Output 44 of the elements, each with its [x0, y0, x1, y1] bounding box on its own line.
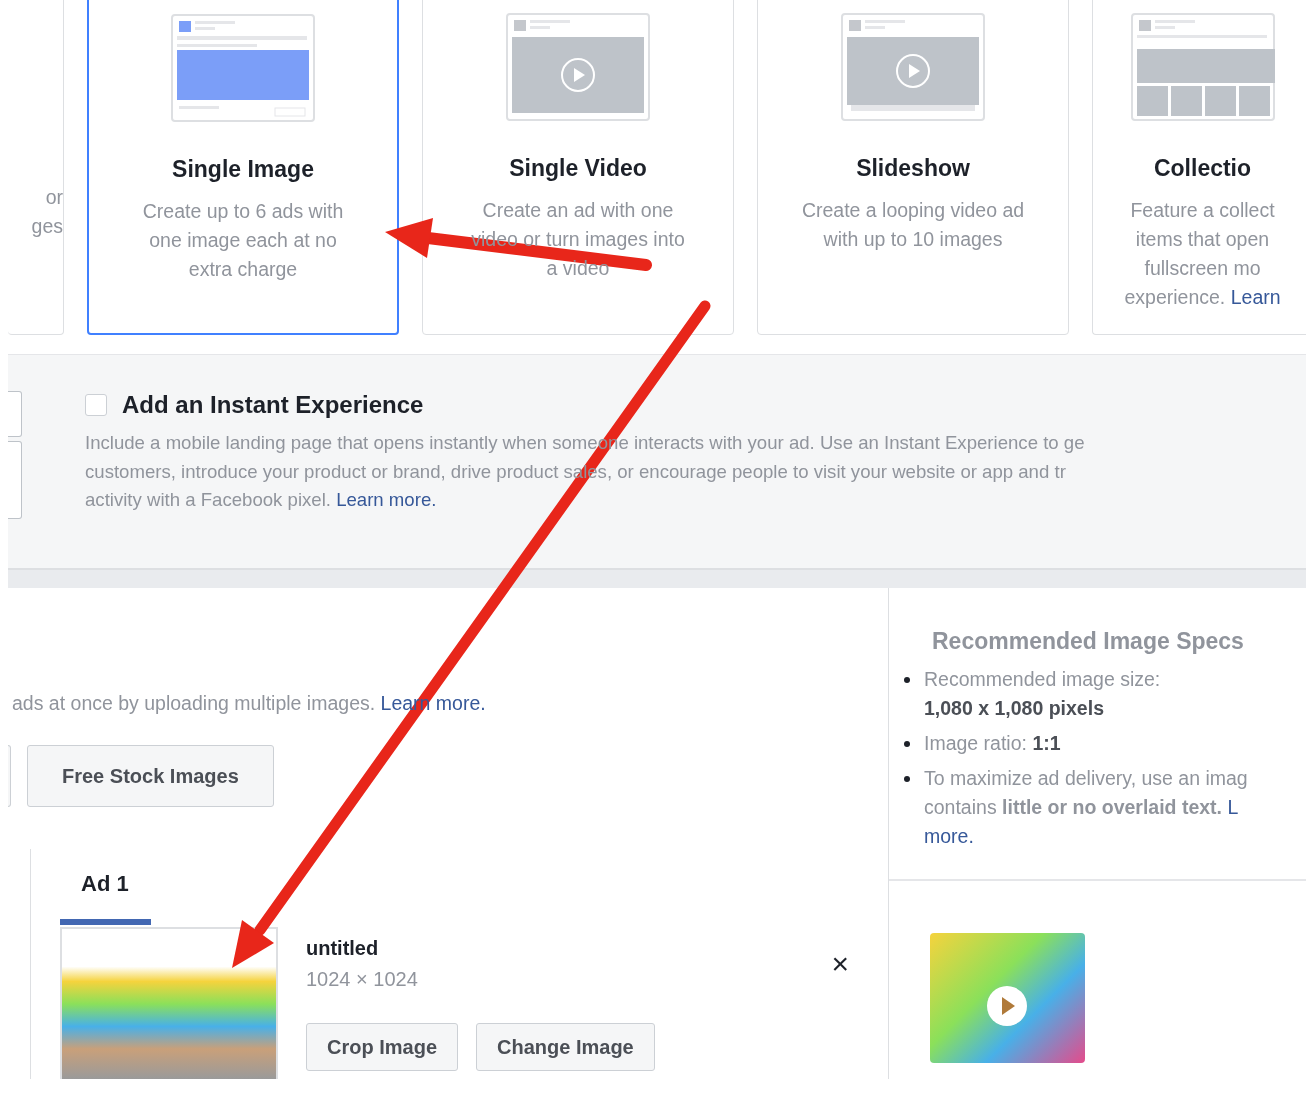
bullet-icon [904, 776, 910, 782]
input-field[interactable] [8, 441, 22, 519]
image-action-button[interactable]: Crop Image [306, 1023, 459, 1071]
format-title: Collectio [1153, 155, 1252, 182]
format-description: or ges [31, 185, 63, 239]
spec-item: Image ratio: 1:1 [924, 731, 1061, 756]
bullet-icon [904, 741, 910, 747]
format-description-line: experience. [1124, 286, 1226, 308]
image-dimensions: 1024 × 1024 [306, 968, 418, 991]
spec-item: To maximize ad delivery, use an imag contains little or no overlaid text. L more. [924, 766, 1248, 849]
free-stock-images-button[interactable]: Free Stock Images [27, 745, 274, 807]
learn-more-link[interactable]: L [1227, 796, 1239, 818]
ad-format-card[interactable]: Collectio Feature a collect items that open fullscreen mo experience. Learn [1092, 0, 1306, 335]
section-title: Add an Instant Experience [122, 391, 424, 419]
image-name: untitled [306, 937, 380, 960]
close-button[interactable]: × [831, 949, 849, 979]
ad-format-card[interactable]: Single Image Create up to 6 ads with one image each at no extra charge [87, 0, 399, 335]
format-description-line: a video [545, 256, 611, 281]
input-field[interactable] [8, 391, 22, 437]
play-icon[interactable] [986, 985, 1028, 1027]
format-description-line: fullscreen mo [1143, 256, 1262, 281]
format-description-line: Create an ad with one [481, 198, 675, 223]
format-description-line: video or turn images into [471, 227, 685, 252]
format-title: Single Video [509, 155, 647, 182]
ad-format-card[interactable]: Slideshow Create a looping video ad with up to 10 images [757, 0, 1069, 335]
format-title: Slideshow [856, 155, 970, 182]
format-description-line: with up to 10 images [822, 227, 1004, 252]
specs-title: Recommended Image Specs [932, 628, 1245, 655]
button-edge[interactable] [8, 745, 11, 807]
spec-item: Recommended image size: 1,080 x 1,080 pixels [924, 667, 1161, 721]
checkbox[interactable] [85, 394, 107, 416]
format-description-line: Create up to 6 ads with [142, 199, 344, 224]
ad-format-card[interactable]: Single Video Create an ad with one video or turn images into a video [422, 0, 734, 335]
learn-more-link[interactable]: Learn more. [336, 489, 437, 510]
format-title: Single Image [172, 156, 314, 183]
format-description-line: Feature a collect [1129, 198, 1276, 223]
image-action-button[interactable]: Change Image [476, 1023, 655, 1071]
format-description-line: extra charge [187, 257, 299, 282]
learn-more-link[interactable]: Learn [1230, 286, 1281, 308]
bullet-icon [904, 677, 910, 683]
format-description-line: one image each at no [148, 228, 338, 253]
learn-more-link[interactable]: more. [924, 825, 974, 847]
format-description-line: Create a looping video ad [801, 198, 1025, 223]
format-description-line: items that open [1134, 227, 1271, 252]
